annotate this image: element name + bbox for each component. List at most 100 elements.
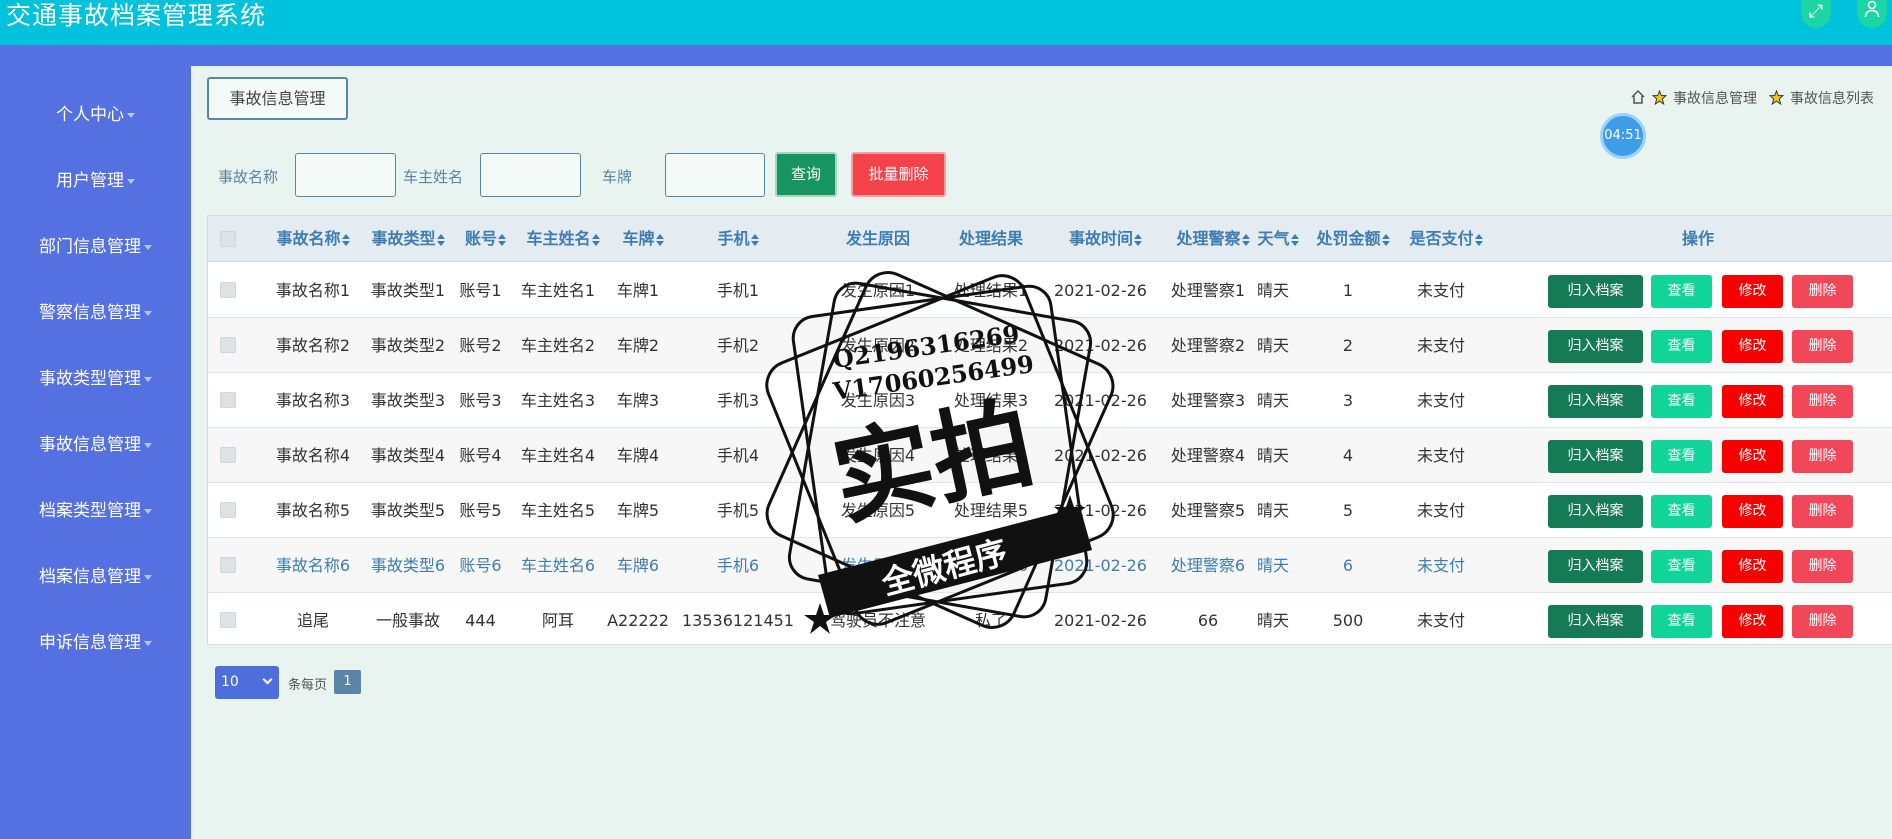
- view-button[interactable]: 查看: [1651, 385, 1712, 418]
- cell-account: 账号5: [459, 501, 502, 520]
- row-checkbox[interactable]: [220, 392, 236, 408]
- cell-fine: 2: [1342, 336, 1354, 355]
- cell-accident-time: 2021-02-26: [1054, 336, 1147, 355]
- archive-button[interactable]: 归入档案: [1548, 330, 1643, 363]
- cell-cause: 发生原因5: [840, 501, 916, 520]
- user-button[interactable]: [1857, 0, 1887, 28]
- sidebar-item-police-management[interactable]: 警察信息管理: [0, 293, 191, 333]
- view-button[interactable]: 查看: [1651, 330, 1712, 363]
- top-bar: 交通事故档案管理系统 ⤢: [0, 0, 1892, 45]
- table-row: 事故名称6 事故类型6 账号6 车主姓名6 车牌6 手机6 发生原因6 处理结果6 2021-0…: [208, 538, 1892, 593]
- page-title: 事故信息管理: [207, 77, 348, 120]
- archive-button[interactable]: 归入档案: [1548, 440, 1643, 473]
- sidebar-item-personal-center[interactable]: 个人中心: [0, 95, 191, 135]
- cell-police: 处理警察2: [1170, 336, 1246, 355]
- bulk-delete-button[interactable]: 批量删除: [851, 152, 946, 197]
- fullscreen-button[interactable]: ⤢: [1801, 0, 1831, 28]
- sidebar-item-archive-type-management[interactable]: 档案类型管理: [0, 491, 191, 531]
- sidebar-item-appeal-management[interactable]: 申诉信息管理: [0, 623, 191, 663]
- header-plate[interactable]: 车牌: [598, 216, 688, 262]
- view-button[interactable]: 查看: [1651, 605, 1712, 638]
- select-all-checkbox[interactable]: [220, 231, 236, 247]
- header-accident-name[interactable]: 事故名称: [258, 216, 368, 262]
- view-button[interactable]: 查看: [1651, 495, 1712, 528]
- cell-plate: 车牌2: [616, 336, 660, 355]
- view-button[interactable]: 查看: [1651, 440, 1712, 473]
- delete-button[interactable]: 删除: [1792, 330, 1853, 363]
- clock-badge: 04:51: [1600, 113, 1646, 159]
- edit-button[interactable]: 修改: [1722, 385, 1783, 418]
- cell-phone: 手机4: [716, 446, 760, 465]
- sort-icon: [655, 233, 664, 246]
- cell-paid: 未支付: [1416, 501, 1465, 520]
- breadcrumb-item[interactable]: 事故信息管理: [1673, 88, 1757, 108]
- caret-down-icon: [127, 178, 135, 184]
- sidebar-item-accident-type-management[interactable]: 事故类型管理: [0, 359, 191, 399]
- delete-button[interactable]: 删除: [1792, 275, 1853, 308]
- cell-owner-name: 阿耳: [541, 611, 574, 630]
- sidebar-item-archive-info-management[interactable]: 档案信息管理: [0, 557, 191, 597]
- row-checkbox[interactable]: [220, 557, 236, 573]
- cell-cause: 发生原因6: [840, 556, 916, 575]
- archive-button[interactable]: 归入档案: [1548, 550, 1643, 583]
- accident-name-input[interactable]: [295, 153, 396, 197]
- breadcrumb-item[interactable]: 事故信息列表: [1790, 88, 1874, 108]
- cell-accident-time: 2021-02-26: [1054, 391, 1147, 410]
- cell-accident-name: 事故名称6: [275, 556, 351, 575]
- cell-plate: 车牌4: [616, 446, 660, 465]
- header-accident-type[interactable]: 事故类型: [353, 216, 463, 262]
- edit-button[interactable]: 修改: [1722, 550, 1783, 583]
- cell-phone: 13536121451: [682, 611, 794, 630]
- delete-button[interactable]: 删除: [1792, 550, 1853, 583]
- plate-input[interactable]: [665, 153, 765, 197]
- cell-police: 处理警察6: [1170, 556, 1246, 575]
- archive-button[interactable]: 归入档案: [1548, 605, 1643, 638]
- user-icon: [1864, 0, 1880, 23]
- edit-button[interactable]: 修改: [1722, 605, 1783, 638]
- edit-button[interactable]: 修改: [1722, 275, 1783, 308]
- query-button[interactable]: 查询: [775, 152, 837, 197]
- home-icon[interactable]: [1630, 89, 1646, 105]
- cell-accident-time: 2021-02-26: [1054, 556, 1147, 575]
- sidebar-item-user-management[interactable]: 用户管理: [0, 161, 191, 201]
- delete-button[interactable]: 删除: [1792, 605, 1853, 638]
- cell-accident-type: 一般事故: [375, 611, 440, 630]
- cell-paid: 未支付: [1416, 336, 1465, 355]
- page-size-select[interactable]: 10: [215, 666, 279, 699]
- edit-button[interactable]: 修改: [1722, 330, 1783, 363]
- row-checkbox[interactable]: [220, 612, 236, 628]
- delete-button[interactable]: 删除: [1792, 440, 1853, 473]
- edit-button[interactable]: 修改: [1722, 495, 1783, 528]
- archive-button[interactable]: 归入档案: [1548, 385, 1643, 418]
- header-paid[interactable]: 是否支付: [1391, 216, 1501, 262]
- cell-result: 处理结果3: [953, 391, 1029, 410]
- delete-button[interactable]: 删除: [1792, 385, 1853, 418]
- header-accident-time[interactable]: 事故时间: [1048, 216, 1163, 262]
- accident-table: 事故名称 事故类型 账号 车主姓名 车牌 手机 发生原因 处理结果 事故时间 处…: [207, 215, 1892, 648]
- archive-button[interactable]: 归入档案: [1548, 495, 1643, 528]
- cell-cause: 发生原因4: [840, 446, 916, 465]
- cell-weather: 晴天: [1256, 501, 1289, 520]
- sort-icon: [341, 233, 350, 246]
- view-button[interactable]: 查看: [1651, 550, 1712, 583]
- sidebar-item-department-management[interactable]: 部门信息管理: [0, 227, 191, 267]
- owner-name-input[interactable]: [480, 153, 581, 197]
- archive-button[interactable]: 归入档案: [1548, 275, 1643, 308]
- header-result: 处理结果: [958, 229, 1023, 248]
- row-checkbox[interactable]: [220, 282, 236, 298]
- cell-phone: 手机1: [716, 281, 760, 300]
- row-checkbox[interactable]: [220, 502, 236, 518]
- row-checkbox[interactable]: [220, 337, 236, 353]
- page-button-current[interactable]: 1: [334, 670, 361, 694]
- cell-owner-name: 车主姓名6: [520, 556, 596, 575]
- cell-plate: 车牌3: [616, 391, 660, 410]
- sidebar-item-accident-info-management[interactable]: 事故信息管理: [0, 425, 191, 465]
- header-phone[interactable]: 手机: [678, 216, 798, 262]
- delete-button[interactable]: 删除: [1792, 495, 1853, 528]
- star-icon: [1652, 90, 1667, 105]
- cell-weather: 晴天: [1256, 446, 1289, 465]
- view-button[interactable]: 查看: [1651, 275, 1712, 308]
- row-checkbox[interactable]: [220, 447, 236, 463]
- edit-button[interactable]: 修改: [1722, 440, 1783, 473]
- cell-result: 处理结果1: [953, 281, 1029, 300]
